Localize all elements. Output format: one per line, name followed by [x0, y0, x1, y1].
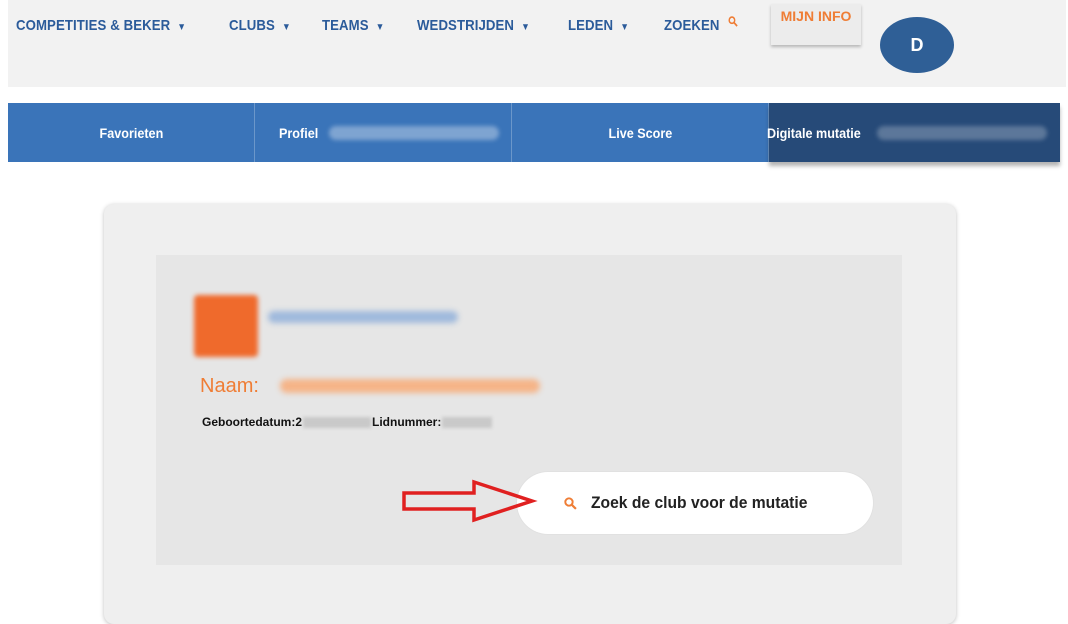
mutation-card: Naam: Geboortedatum:2 Lidnummer: Zoek de … [104, 204, 956, 624]
chevron-down-icon: ▼ [521, 22, 530, 33]
chevron-down-icon: ▼ [620, 22, 630, 33]
search-icon [728, 16, 739, 27]
geboortedatum-label: Geboortedatum:2 [202, 415, 303, 429]
nav-wedstrijden-label: WEDSTRIJDEN [417, 17, 515, 34]
tab-favorieten[interactable]: Favorieten [8, 103, 255, 162]
nav-clubs-label: CLUBS [229, 17, 275, 34]
nav-clubs[interactable]: CLUBS ▼ [229, 17, 291, 34]
redacted-member-name [280, 379, 540, 393]
nav-competities[interactable]: COMPETITIES & BEKER ▼ [16, 17, 186, 34]
nav-zoeken-label: ZOEKEN [664, 17, 720, 34]
tab-live-score[interactable]: Live Score [512, 103, 769, 162]
nav-teams-label: TEAMS [322, 17, 369, 34]
nav-leden[interactable]: LEDEN ▼ [568, 17, 629, 34]
chevron-down-icon: ▼ [177, 22, 187, 33]
naam-label: Naam: [200, 375, 259, 397]
annotation-arrow-icon [402, 479, 538, 523]
nav-wedstrijden[interactable]: WEDSTRIJDEN ▼ [417, 17, 530, 34]
nav-competities-label: COMPETITIES & BEKER [16, 17, 171, 34]
avatar[interactable]: D [880, 17, 954, 73]
lidnummer-label: Lidnummer: [372, 415, 442, 429]
tab-profiel[interactable]: Profiel [255, 103, 512, 162]
redacted-mutatie-name [877, 125, 1048, 140]
chevron-down-icon: ▼ [281, 22, 291, 33]
search-icon [564, 496, 577, 510]
search-club-label: Zoek de club voor de mutatie [590, 493, 808, 512]
tab-live-score-label: Live Score [608, 124, 672, 141]
club-logo [194, 295, 258, 357]
tab-digitale-mutatie[interactable]: Digitale mutatie [767, 103, 1060, 162]
redacted-profile-name [328, 125, 499, 140]
nav-teams[interactable]: TEAMS ▼ [322, 17, 384, 34]
redacted-club-name [268, 311, 458, 323]
chevron-down-icon: ▼ [375, 22, 385, 33]
tab-digitale-mutatie-label: Digitale mutatie [767, 124, 861, 141]
nav-zoeken[interactable]: ZOEKEN [664, 16, 739, 34]
nav-leden-label: LEDEN [568, 17, 614, 34]
member-details: Geboortedatum:2 Lidnummer: [202, 415, 493, 429]
top-navigation: COMPETITIES & BEKER ▼ CLUBS ▼ TEAMS ▼ WEDST… [8, 0, 1066, 87]
mijn-info-button[interactable]: MIJN INFO [771, 4, 861, 45]
search-club-button[interactable]: Zoek de club voor de mutatie [517, 472, 873, 534]
redacted-birthdate [303, 417, 372, 429]
tab-favorieten-label: Favorieten [99, 124, 163, 141]
profile-tab-bar: Favorieten Profiel Live Score Digitale m… [8, 103, 1060, 162]
tab-profiel-label: Profiel [279, 124, 319, 141]
redacted-member-number [442, 417, 493, 429]
mijn-info-label: MIJN INFO [780, 7, 852, 24]
avatar-initial: D [910, 34, 924, 55]
